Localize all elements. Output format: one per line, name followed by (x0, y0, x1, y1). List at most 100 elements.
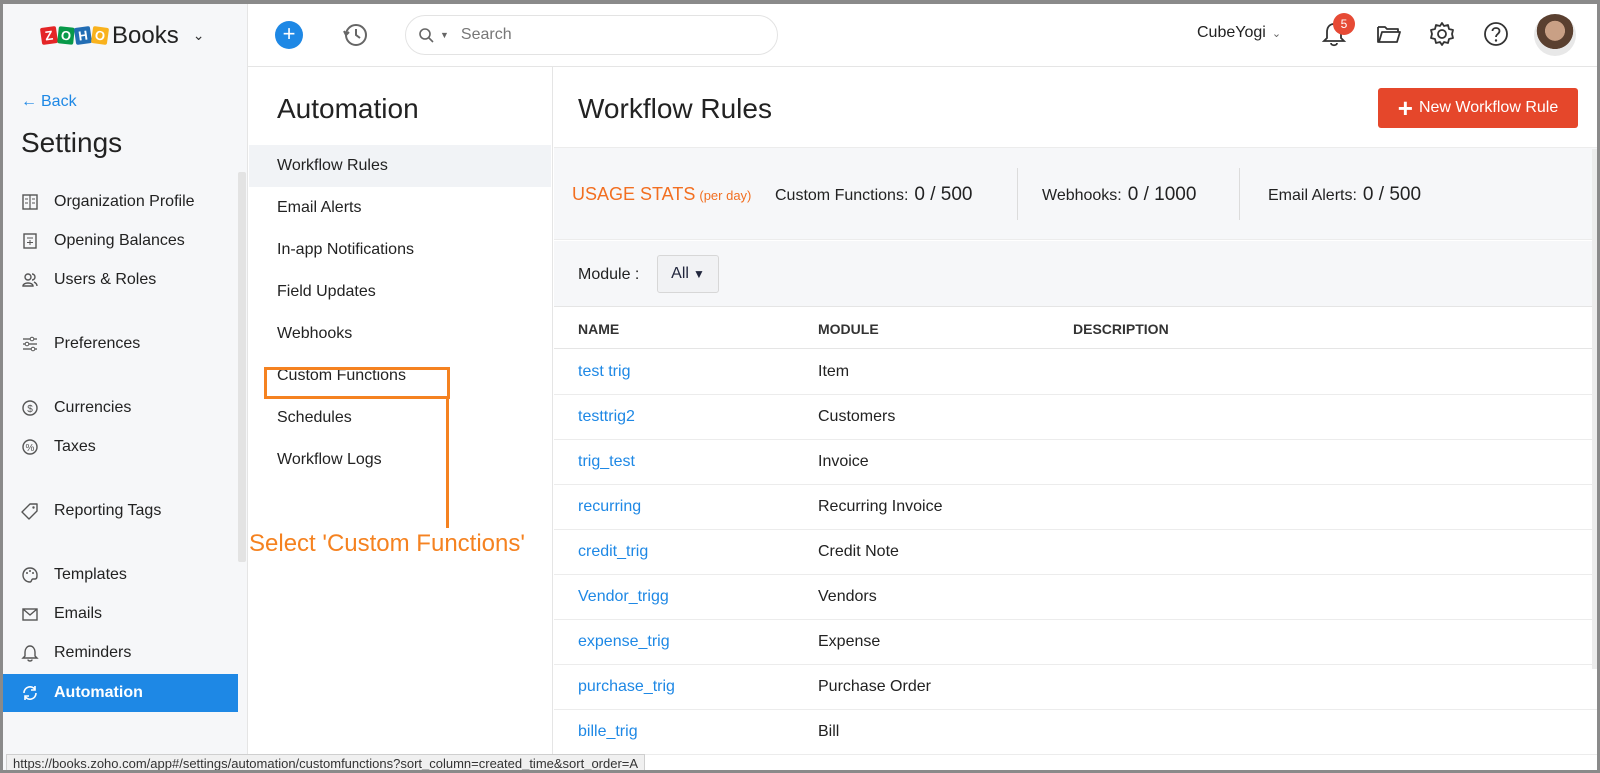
rule-module: Bill (818, 723, 840, 740)
building-icon (22, 194, 38, 210)
sidebar-item-reporting-tags[interactable]: Reporting Tags (3, 492, 238, 530)
rule-module: Recurring Invoice (818, 498, 943, 515)
rule-module: Item (818, 363, 850, 380)
table-row[interactable]: expense_trig Expense (554, 620, 1597, 665)
sidebar-item-currencies[interactable]: $ Currencies (3, 389, 238, 427)
module-filter-bar: Module : All ▼ (554, 241, 1597, 307)
callout-connector (446, 398, 449, 528)
brand-switcher[interactable]: Z O H O Books ⌄ (3, 4, 248, 67)
module-filter-dropdown[interactable]: All ▼ (657, 255, 719, 293)
rule-name-link[interactable]: recurring (578, 498, 641, 516)
user-avatar[interactable] (1534, 14, 1576, 56)
rule-name-link[interactable]: bille_trig (578, 723, 638, 741)
page-title: Workflow Rules (578, 93, 772, 124)
status-bar-url: https://books.zoho.com/app#/settings/aut… (6, 754, 646, 770)
chevron-down-icon: ⌄ (192, 27, 205, 43)
search-icon (419, 28, 434, 43)
table-row[interactable]: trig_test Invoice (554, 440, 1597, 485)
settings-sidebar: ← Back Settings Organization Profile Ope… (3, 67, 248, 770)
search-bar[interactable]: ▼ (405, 15, 778, 55)
table-row[interactable]: recurring Recurring Invoice (554, 485, 1597, 530)
table-row[interactable]: bille_trig Bill (554, 710, 1597, 755)
content-scrollbar[interactable] (1592, 149, 1597, 669)
automation-menu: Automation Workflow Rules Email Alerts I… (249, 67, 553, 770)
sidebar-item-opening-balances[interactable]: Opening Balances (3, 222, 238, 260)
notification-count-badge: 5 (1333, 13, 1355, 35)
stat-divider (1017, 168, 1018, 220)
refresh-icon (23, 686, 37, 700)
search-input[interactable] (460, 26, 741, 44)
stat-divider (1239, 168, 1240, 220)
table-row[interactable]: test trig Item (554, 350, 1597, 395)
sidebar-item-taxes[interactable]: % Taxes (3, 428, 238, 466)
app-window: Z O H O Books ⌄ + ▼ CubeYogi ⌄ (0, 0, 1600, 773)
sidebar-item-templates[interactable]: Templates (3, 556, 238, 594)
rule-module: Vendors (818, 588, 877, 605)
folder-icon[interactable] (1376, 23, 1402, 45)
ledger-icon (23, 233, 37, 249)
column-header-description[interactable]: DESCRIPTION (1073, 321, 1169, 337)
percent-icon: % (22, 439, 38, 455)
table-row[interactable]: testtrig2 Customers (554, 395, 1597, 440)
plus-icon: + (1397, 93, 1413, 123)
rule-name-link[interactable]: test trig (578, 363, 630, 381)
svg-text:$: $ (27, 404, 33, 415)
chevron-down-icon: ⌄ (1271, 28, 1282, 40)
sliders-icon (23, 336, 37, 352)
automation-item-email-alerts[interactable]: Email Alerts (249, 187, 551, 229)
email-alerts-stat: Email Alerts: 0 / 500 (1268, 184, 1422, 205)
automation-item-schedules[interactable]: Schedules (249, 397, 551, 439)
automation-title: Automation (277, 93, 419, 124)
usage-stats-bar: USAGE STATS (per day) Custom Functions: 0 … (554, 147, 1597, 240)
rule-module: Purchase Order (818, 678, 931, 695)
back-link[interactable]: ← Back (21, 93, 77, 111)
module-filter-label: Module : (578, 266, 640, 283)
zoho-logo: Z O H O (39, 25, 110, 46)
sidebar-item-emails[interactable]: Emails (3, 595, 238, 633)
rule-name-link[interactable]: expense_trig (578, 633, 670, 651)
automation-item-in-app-notifications[interactable]: In-app Notifications (249, 229, 551, 271)
org-name: CubeYogi (1197, 24, 1266, 41)
table-row[interactable]: credit_trig Credit Note (554, 530, 1597, 575)
sidebar-item-preferences[interactable]: Preferences (3, 325, 238, 363)
table-row[interactable]: purchase_trig Purchase Order (554, 665, 1597, 710)
search-scope-caret-icon[interactable]: ▼ (440, 30, 449, 40)
sidebar-item-organization-profile[interactable]: Organization Profile (3, 183, 238, 221)
column-header-module[interactable]: MODULE (818, 321, 879, 337)
rule-module: Customers (818, 408, 896, 425)
sidebar-item-automation[interactable]: Automation (3, 674, 238, 712)
custom-functions-stat: Custom Functions: 0 / 500 (775, 184, 973, 205)
rule-name-link[interactable]: purchase_trig (578, 678, 675, 696)
rule-module: Invoice (818, 453, 869, 470)
bell-icon (21, 645, 39, 662)
gear-icon[interactable] (1428, 20, 1456, 48)
help-icon[interactable] (1482, 20, 1510, 48)
new-workflow-rule-button[interactable]: + New Workflow Rule (1378, 88, 1578, 128)
sidebar-scrollbar[interactable] (238, 172, 246, 562)
settings-title: Settings (21, 127, 123, 158)
automation-item-workflow-logs[interactable]: Workflow Logs (249, 439, 551, 481)
top-bar: Z O H O Books ⌄ + ▼ CubeYogi ⌄ (3, 4, 1597, 67)
automation-item-field-updates[interactable]: Field Updates (249, 271, 551, 313)
sidebar-item-users-roles[interactable]: Users & Roles (3, 261, 238, 299)
rule-name-link[interactable]: credit_trig (578, 543, 648, 561)
callout-label: Select 'Custom Functions' (249, 530, 525, 557)
history-icon[interactable] (341, 21, 369, 49)
automation-item-webhooks[interactable]: Webhooks (249, 313, 551, 355)
org-switcher[interactable]: CubeYogi ⌄ (1197, 24, 1281, 42)
column-header-name[interactable]: NAME (578, 321, 619, 337)
custom-functions-highlight (264, 367, 450, 399)
arrow-left-icon: ← (21, 93, 37, 110)
currency-icon: $ (22, 400, 38, 416)
automation-item-workflow-rules[interactable]: Workflow Rules (249, 145, 551, 187)
rule-module: Credit Note (818, 543, 899, 560)
table-row[interactable]: Vendor_trigg Vendors (554, 575, 1597, 620)
quick-create-button[interactable]: + (275, 21, 303, 49)
rule-name-link[interactable]: Vendor_trigg (578, 588, 669, 606)
rule-name-link[interactable]: trig_test (578, 453, 635, 471)
users-icon (22, 273, 38, 287)
webhooks-stat: Webhooks: 0 / 1000 (1042, 184, 1197, 205)
rule-name-link[interactable]: testtrig2 (578, 408, 635, 426)
sidebar-item-reminders[interactable]: Reminders (3, 634, 238, 672)
palette-icon (22, 567, 38, 583)
